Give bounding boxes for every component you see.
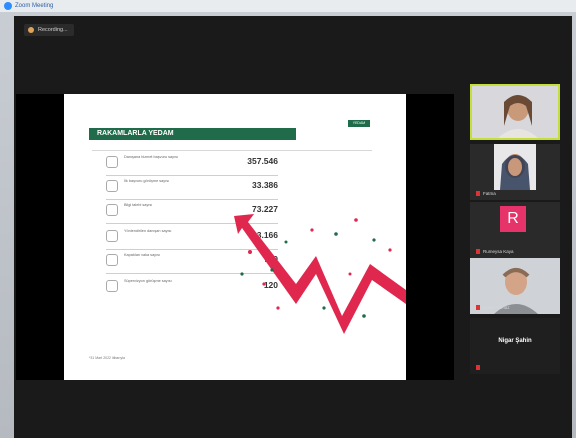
stat-label: Bilgi talebi sayısı <box>124 203 153 207</box>
zoom-logo-icon <box>4 2 12 10</box>
decor-dot <box>372 238 376 242</box>
recording-label: Recording... <box>38 27 68 33</box>
participant-name: Şükrü Yılmaz <box>483 305 510 310</box>
logo-subtext <box>348 128 370 135</box>
zoom-window: Zoom Meeting Recording... RAKAMLARLA YED… <box>0 0 576 438</box>
chart-icon <box>106 280 118 292</box>
decor-dot <box>354 218 358 222</box>
meeting-area: Recording... RAKAMLARLA YEDAM YEDAM Danı… <box>14 16 572 438</box>
participant-tile[interactable]: R Rumeysa Kaya <box>470 202 560 258</box>
decor-dot <box>248 250 252 254</box>
participant-name-label: Rumeysa Kaya <box>476 248 514 255</box>
recording-indicator[interactable]: Recording... <box>24 24 74 36</box>
trend-arrow-shape <box>234 214 406 334</box>
decor-dot <box>310 228 314 232</box>
muted-mic-icon <box>476 191 480 197</box>
folder-icon <box>106 254 118 266</box>
participant-name-label <box>476 364 483 371</box>
recording-icon <box>28 27 34 33</box>
participant-tile-active-speaker[interactable] <box>470 84 560 140</box>
decor-dot <box>362 314 366 318</box>
stat-label: Süpervizyon görüşme sayısı <box>124 279 172 283</box>
decor-dot <box>240 272 244 276</box>
decor-dot <box>284 240 288 244</box>
screen-share-area: RAKAMLARLA YEDAM YEDAM Danışana hizmet b… <box>16 94 454 380</box>
person-icon <box>106 180 118 192</box>
decor-dot <box>270 268 274 272</box>
stat-label: Danışana hizmet başvuru sayısı <box>124 155 179 159</box>
participant-name: Nigar Şahin <box>498 338 532 344</box>
slide-footnote: *31 Mart 2022 itibarıyla <box>89 356 125 360</box>
window-titlebar: Zoom Meeting <box>0 0 576 12</box>
phone-icon <box>106 156 118 168</box>
participant-name: Rumeysa Kaya <box>483 249 514 254</box>
decor-dot <box>348 272 352 276</box>
participant-name-label: Şükrü Yılmaz <box>476 304 510 311</box>
decor-dot <box>322 306 326 310</box>
stat-label: Yönlendirilen danışan sayısı <box>124 229 172 233</box>
decor-dot <box>388 248 392 252</box>
muted-mic-icon <box>476 249 480 255</box>
participant-tile[interactable]: Şükrü Yılmaz <box>470 258 560 314</box>
stat-value: 357.546 <box>247 156 278 166</box>
slide-divider <box>92 150 372 151</box>
decor-dot <box>276 306 280 310</box>
stat-label: Kapatılan vaka sayısı <box>124 253 161 257</box>
logo-text: YEDAM <box>348 120 370 127</box>
info-icon <box>106 204 118 216</box>
hourglass-icon <box>106 230 118 242</box>
row-separator <box>106 175 278 176</box>
stat-value: 33.386 <box>252 180 278 190</box>
decor-dot <box>262 282 266 286</box>
decor-dot <box>334 232 338 236</box>
participant-tile[interactable]: Fatma <box>470 144 560 200</box>
participant-tile[interactable]: Nigar Şahin <box>470 318 560 374</box>
presentation-slide: RAKAMLARLA YEDAM YEDAM Danışana hizmet b… <box>64 94 406 380</box>
stat-row: Danışana hizmet başvuru sayısı 357.546 <box>106 154 278 176</box>
muted-mic-icon <box>476 365 480 371</box>
participant-avatar: R <box>500 206 526 232</box>
participant-video <box>472 86 558 138</box>
participant-name-label: Fatma <box>476 190 496 197</box>
trend-arrow-graphic <box>234 214 406 334</box>
row-separator <box>106 199 278 200</box>
yedam-logo: YEDAM <box>348 120 372 136</box>
participant-name: Fatma <box>483 191 496 196</box>
stat-row: İlk başvuru görüşme sayısı 33.386 <box>106 178 278 200</box>
window-title: Zoom Meeting <box>15 3 54 9</box>
muted-mic-icon <box>476 305 480 311</box>
slide-title: RAKAMLARLA YEDAM <box>89 128 296 140</box>
stat-label: İlk başvuru görüşme sayısı <box>124 179 170 183</box>
